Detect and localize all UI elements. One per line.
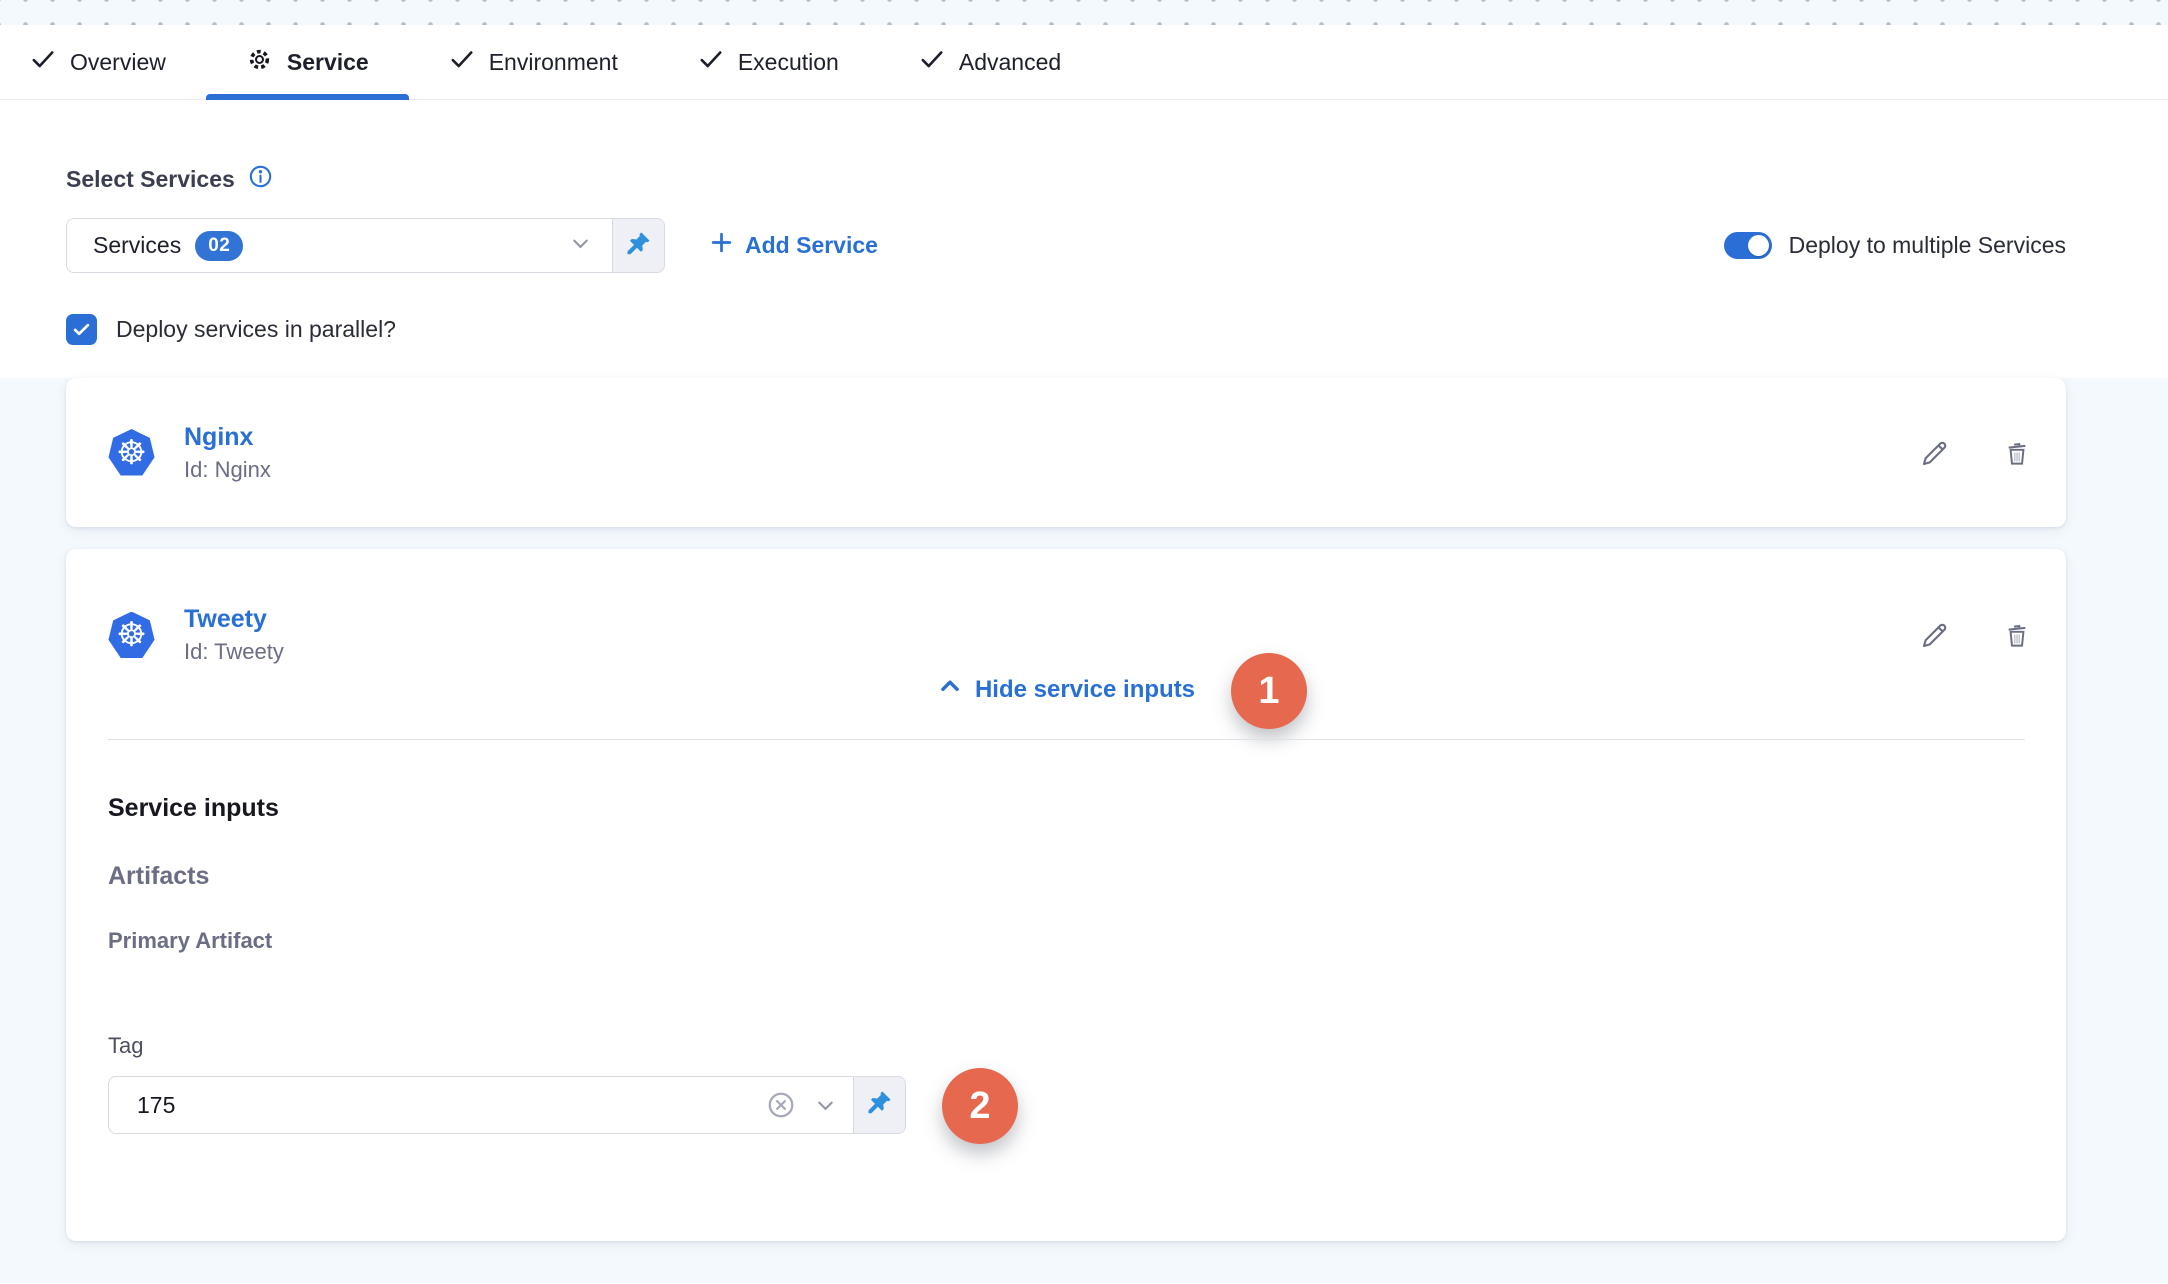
services-dropdown: Services 02: [66, 218, 665, 273]
deploy-multiple-services-toggle[interactable]: [1724, 232, 1772, 259]
pin-runtime-input-button[interactable]: [612, 219, 664, 272]
tab-label: Service: [287, 49, 369, 76]
add-service-button[interactable]: Add Service: [709, 230, 878, 261]
deploy-parallel-checkbox[interactable]: [66, 314, 97, 345]
kubernetes-icon: ☸: [108, 612, 155, 659]
divider: [108, 739, 2025, 740]
trash-icon: [2002, 619, 2032, 651]
stage-tabbar: Overview Service Environment Execution A…: [0, 25, 2168, 100]
pin-runtime-input-button[interactable]: [853, 1077, 905, 1133]
deploy-parallel-label: Deploy services in parallel?: [116, 316, 396, 343]
check-icon: [449, 46, 475, 78]
kubernetes-icon: ☸: [108, 429, 155, 476]
service-card-tweety: ☸ Tweety Id: Tweety Hide service inputs …: [66, 549, 2066, 1241]
services-count-badge: 02: [195, 231, 243, 261]
hide-service-inputs-label: Hide service inputs: [975, 676, 1195, 704]
delete-service-button[interactable]: [2002, 437, 2032, 469]
service-card-nginx: ☸ Nginx Id: Nginx: [66, 378, 2066, 527]
service-inputs-heading: Service inputs: [108, 794, 279, 823]
info-icon[interactable]: [248, 164, 273, 195]
trash-icon: [2002, 437, 2032, 469]
tab-environment[interactable]: Environment: [409, 25, 658, 99]
delete-service-button[interactable]: [2002, 619, 2032, 651]
services-dropdown-trigger[interactable]: Services 02: [67, 219, 612, 272]
check-icon: [919, 46, 945, 78]
tab-label: Advanced: [959, 49, 1061, 76]
toggle-knob: [1748, 235, 1769, 256]
clear-icon[interactable]: [766, 1090, 796, 1120]
service-config-panel: Select Services Services 02: [0, 164, 2168, 345]
tab-service[interactable]: Service: [206, 25, 409, 99]
tag-input[interactable]: [137, 1092, 748, 1119]
pencil-icon: [1920, 620, 1950, 650]
service-cards-region: ☸ Nginx Id: Nginx ☸ Tweety Id: Tweety: [0, 378, 2168, 1283]
pencil-icon: [1920, 438, 1950, 468]
service-name-link[interactable]: Tweety: [184, 605, 284, 634]
tab-label: Execution: [738, 49, 839, 76]
tab-label: Overview: [70, 49, 166, 76]
check-icon: [30, 46, 56, 78]
artifacts-heading: Artifacts: [108, 862, 209, 891]
tab-label: Environment: [489, 49, 618, 76]
select-services-label: Select Services: [66, 166, 235, 193]
plus-icon: [709, 230, 734, 261]
check-icon: [72, 320, 91, 339]
pin-icon: [625, 230, 652, 262]
service-name-link[interactable]: Nginx: [184, 423, 271, 452]
chevron-up-icon: [937, 673, 963, 706]
service-id: Id: Nginx: [184, 457, 271, 483]
add-service-label: Add Service: [745, 232, 878, 259]
chevron-down-icon[interactable]: [569, 232, 592, 260]
service-id: Id: Tweety: [184, 639, 284, 665]
tab-advanced[interactable]: Advanced: [879, 25, 1101, 99]
pin-icon: [866, 1089, 893, 1121]
chevron-down-icon[interactable]: [814, 1094, 837, 1117]
edit-service-button[interactable]: [1920, 438, 1950, 468]
annotation-badge-1: 1: [1231, 653, 1307, 729]
services-dropdown-value: Services: [93, 232, 181, 259]
hide-service-inputs-button[interactable]: Hide service inputs: [66, 673, 2066, 706]
check-icon: [698, 46, 724, 78]
canvas-dots-strip: [0, 0, 2168, 25]
gear-icon: [246, 46, 273, 79]
deploy-multiple-services-label: Deploy to multiple Services: [1789, 232, 2066, 259]
annotation-badge-2: 2: [942, 1068, 1018, 1144]
tab-execution[interactable]: Execution: [658, 25, 879, 99]
tab-overview[interactable]: Overview: [0, 25, 206, 99]
edit-service-button[interactable]: [1920, 620, 1950, 650]
tag-label: Tag: [108, 1033, 143, 1059]
tag-field: [108, 1076, 906, 1134]
primary-artifact-heading: Primary Artifact: [108, 928, 272, 954]
